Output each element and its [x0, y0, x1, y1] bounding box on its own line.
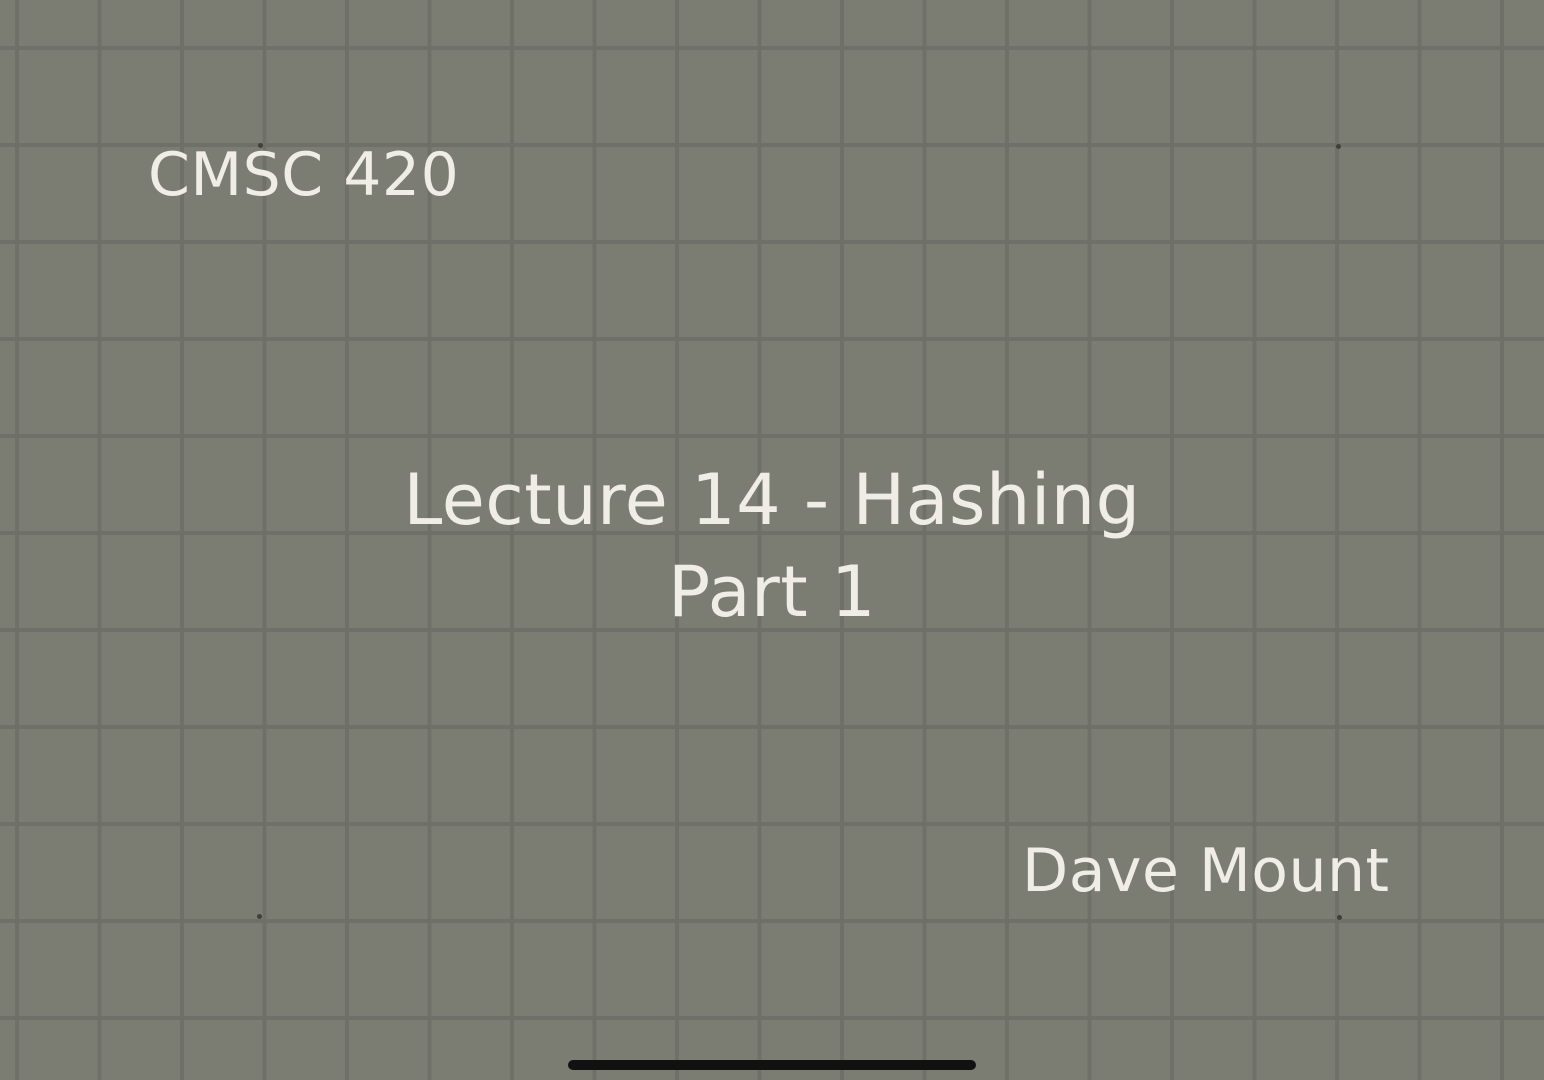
course-label: CMSC 420 — [148, 140, 460, 210]
author-name: Dave Mount — [1022, 836, 1390, 906]
slide-title-line-1: Lecture 14 - Hashing — [403, 459, 1141, 541]
corner-marker-bottom-left — [257, 914, 262, 919]
slide-title-line-2: Part 1 — [668, 551, 876, 633]
slide-title: Lecture 14 - Hashing Part 1 — [0, 454, 1544, 638]
slide-canvas: CMSC 420 Lecture 14 - Hashing Part 1 Dav… — [0, 0, 1544, 1080]
home-indicator-bar[interactable] — [568, 1060, 976, 1070]
corner-marker-top-right — [1336, 144, 1341, 149]
corner-marker-bottom-right — [1337, 915, 1342, 920]
